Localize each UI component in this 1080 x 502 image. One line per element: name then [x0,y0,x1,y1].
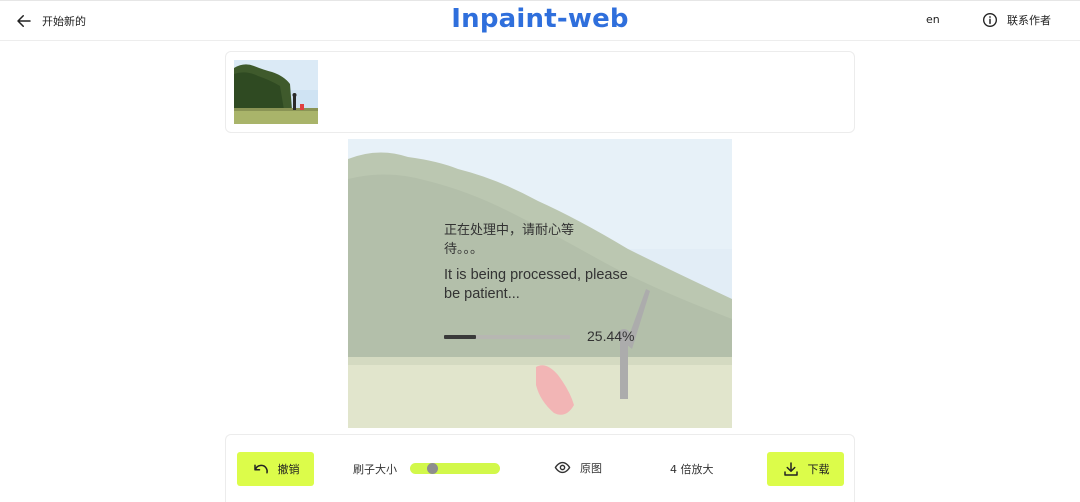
undo-arrow-icon [253,464,268,474]
history-thumbnail[interactable] [234,60,318,124]
progress-track [444,335,570,339]
brush-size-handle[interactable] [426,463,438,474]
processing-text-cn: 正在处理中，请耐心等待。。。 [444,223,575,257]
top-bar: 开始新的 Inpaint-web en 联系作者 [0,0,1080,41]
eye-icon [554,461,571,474]
progress-fill [444,335,477,339]
progress-percent: 25.44% [587,328,635,344]
download-icon [783,462,798,476]
editor-toolbar: 撤销 刷子大小 原图 4 倍放大 下载 [225,434,855,502]
app-title: Inpaint-web [451,4,629,34]
language-toggle[interactable]: en [926,13,940,26]
upscale-4x-button[interactable]: 4 倍放大 [670,461,714,477]
image-history-strip [225,51,855,133]
show-original-label: 原图 [580,461,602,475]
brush-size-slider[interactable] [410,463,500,474]
download-label: 下载 [807,463,830,476]
brush-size-label: 刷子大小 [353,463,397,476]
undo-button[interactable]: 撤销 [237,452,314,486]
processing-message: 正在处理中，请耐心等待。。。 It is being processed, pl… [444,221,644,304]
processing-text-en: It is being processed, please be patient… [444,267,628,302]
undo-label: 撤销 [277,463,300,476]
contact-author-button[interactable]: 联系作者 [982,12,1051,28]
download-button[interactable]: 下载 [767,452,844,486]
info-circle-icon [983,13,997,27]
contact-author-label: 联系作者 [1007,14,1051,27]
progress-indicator: 25.44% [444,328,664,346]
show-original-button[interactable]: 原图 [554,459,602,476]
